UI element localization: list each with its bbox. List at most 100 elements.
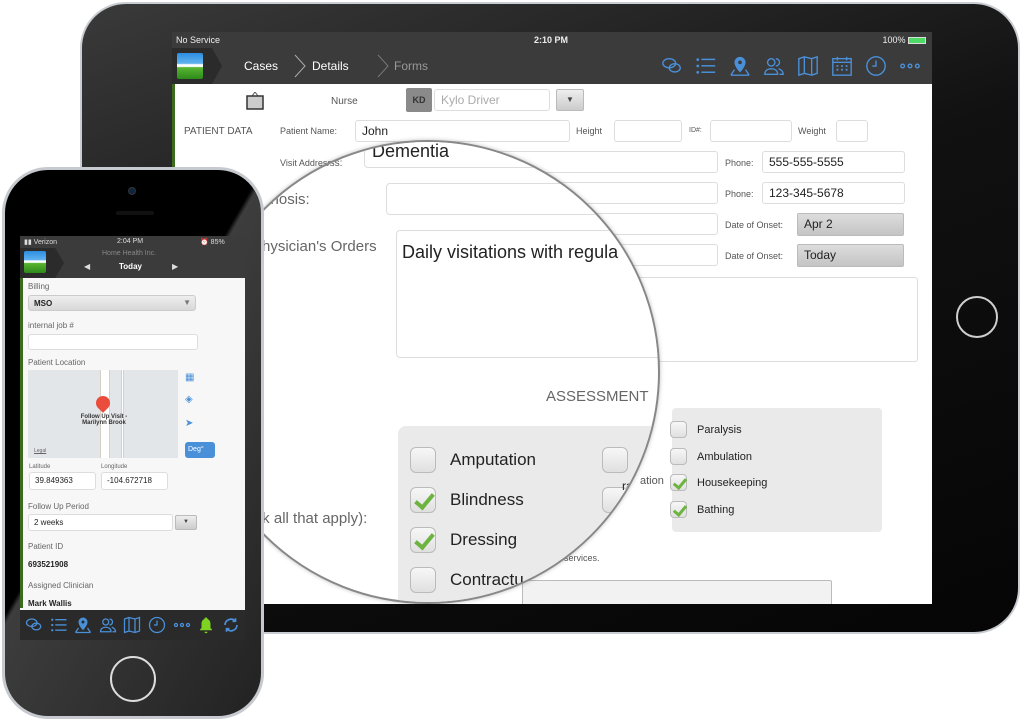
chevron-down-icon: ▼ — [183, 298, 191, 307]
patient-name-field[interactable]: John — [355, 120, 570, 142]
checkbox[interactable] — [670, 501, 687, 518]
physician-orders-label: Physician's Orders — [252, 238, 377, 255]
battery-label: 100% — [882, 35, 906, 45]
id-field[interactable] — [710, 120, 792, 142]
chevron-right-icon — [377, 54, 389, 78]
longitude-label: Longitude — [101, 464, 128, 470]
app-logo[interactable] — [177, 53, 203, 79]
more-icon[interactable] — [172, 615, 192, 635]
phone-tab-bar — [20, 610, 245, 640]
sync-icon[interactable] — [221, 615, 241, 635]
breadcrumb-forms[interactable]: Forms — [394, 59, 428, 73]
phone-screen: ▮▮ Verizon 2:04 PM ⏰ 85% Home Health Inc… — [20, 236, 245, 640]
map-pin-icon[interactable] — [728, 54, 752, 78]
map-legal-link[interactable]: Legal — [34, 448, 46, 454]
phone-label-2: Phone: — [725, 189, 754, 199]
assessment-title: ASSESSMENT — [546, 388, 649, 405]
next-day-button[interactable]: ▶ — [172, 262, 178, 271]
checkbox[interactable] — [670, 421, 687, 438]
checkbox-housekeeping[interactable]: Housekeeping — [670, 474, 767, 491]
checkbox-ambulation[interactable]: Ambulation — [670, 448, 752, 465]
patient-name-label: Patient Name: — [280, 126, 338, 136]
battery-label: 85% — [210, 239, 225, 246]
picture-frame-icon — [246, 92, 264, 110]
chevron-right-icon — [294, 54, 306, 78]
carrier-label: Verizon — [33, 239, 58, 246]
clinician-value: Mark Wallis — [28, 599, 72, 608]
longitude-field[interactable]: -104.672718 — [101, 472, 168, 490]
chat-icon[interactable] — [24, 615, 44, 635]
battery-icon — [908, 37, 926, 45]
nurse-label: Nurse — [331, 96, 358, 107]
people-icon[interactable] — [98, 615, 118, 635]
job-field[interactable] — [28, 334, 198, 350]
checkbox[interactable] — [670, 448, 687, 465]
more-icon[interactable] — [898, 54, 922, 78]
date-label: Today — [119, 262, 142, 271]
list-icon[interactable] — [49, 615, 69, 635]
degrees-button[interactable]: Deg° — [185, 442, 215, 458]
weight-field[interactable] — [836, 120, 868, 142]
billing-select[interactable]: MSO ▼ — [28, 295, 196, 311]
people-icon[interactable] — [762, 54, 786, 78]
checkbox-blindness[interactable]: Blindness — [410, 487, 524, 513]
tablet-toolbar — [660, 54, 922, 78]
map-pin-icon[interactable] — [73, 615, 93, 635]
phone-nav-bar: Home Health Inc. ◀ Today ▶ — [20, 248, 245, 278]
height-field[interactable] — [614, 120, 682, 142]
map-icon[interactable] — [796, 54, 820, 78]
phone-field-1[interactable]: 555-555-5555 — [762, 151, 905, 173]
billing-label: Billing — [28, 282, 50, 291]
follow-up-label: Follow Up Period — [28, 502, 89, 511]
phone-label-1: Phone: — [725, 158, 754, 168]
map-icon[interactable]: ▦ — [185, 372, 194, 383]
patient-location-map[interactable]: Follow Up Visit - Marilynn Brook Legal — [28, 370, 178, 458]
patient-id-label: Patient ID — [28, 542, 64, 551]
follow-up-field[interactable]: 2 weeks — [28, 514, 173, 531]
app-logo[interactable] — [24, 251, 46, 273]
magnifier-lens: Dementia Visit Address: y Diagnosis: Phy… — [196, 140, 660, 604]
checkbox-bathing[interactable]: Bathing — [670, 501, 734, 518]
latitude-field[interactable]: 39.849363 — [29, 472, 96, 490]
partial-label-zoomed: ration — [622, 479, 653, 493]
checkbox-amputation[interactable]: Amputation — [410, 447, 536, 473]
clinician-label: Assigned Clinician — [28, 581, 94, 590]
latitude-label: Latitude — [29, 464, 51, 470]
follow-up-dropdown-button[interactable]: ▼ — [175, 515, 197, 530]
onset-date-button-1[interactable]: Apr 2 — [797, 213, 904, 236]
clock-label: 2:10 PM — [534, 35, 569, 45]
directions-icon[interactable]: ◈ — [185, 394, 193, 405]
onset-date-button-2[interactable]: Today — [797, 244, 904, 267]
checkbox-dressing[interactable]: Dressing — [410, 527, 517, 553]
tablet-home-button[interactable] — [956, 296, 998, 338]
nurse-dropdown-button[interactable]: ▼ — [556, 89, 584, 111]
nurse-avatar: KD — [406, 88, 432, 112]
location-arrow-icon[interactable]: ➤ — [185, 418, 193, 429]
clock-icon[interactable] — [147, 615, 167, 635]
breadcrumb-details[interactable]: Details — [312, 59, 349, 73]
bell-icon[interactable] — [196, 615, 216, 635]
location-label: Patient Location — [28, 358, 86, 367]
phone-field-2[interactable]: 123-345-5678 — [762, 182, 905, 204]
chat-icon[interactable] — [660, 54, 684, 78]
checkbox-contracture[interactable]: Contractu — [410, 567, 524, 593]
checkbox-unlabeled[interactable] — [602, 447, 628, 473]
visit-address-label-zoomed: Visit Address: — [282, 158, 343, 169]
clock-label: 2:04 PM — [117, 238, 144, 245]
clock-icon[interactable] — [864, 54, 888, 78]
checkbox-paralysis[interactable]: Paralysis — [670, 421, 742, 438]
tablet-nav-bar: Cases Details Forms — [172, 48, 932, 84]
breadcrumb-cases[interactable]: Cases — [244, 59, 278, 73]
checkbox[interactable] — [670, 474, 687, 491]
prev-day-button[interactable]: ◀ — [84, 262, 90, 271]
calendar-icon[interactable] — [830, 54, 854, 78]
diagnosis-field-zoomed[interactable] — [386, 183, 658, 215]
phone-status-bar: ▮▮ Verizon 2:04 PM ⏰ 85% — [20, 236, 245, 248]
nurse-field[interactable]: Kylo Driver — [434, 89, 550, 111]
list-icon[interactable] — [694, 54, 718, 78]
phone-home-button[interactable] — [110, 656, 156, 702]
map-icon[interactable] — [122, 615, 142, 635]
onset-label-2: Date of Onset: — [725, 251, 784, 261]
job-label: internal job # — [28, 321, 74, 330]
tablet-status-bar: No Service 2:10 PM 100% — [172, 32, 932, 48]
